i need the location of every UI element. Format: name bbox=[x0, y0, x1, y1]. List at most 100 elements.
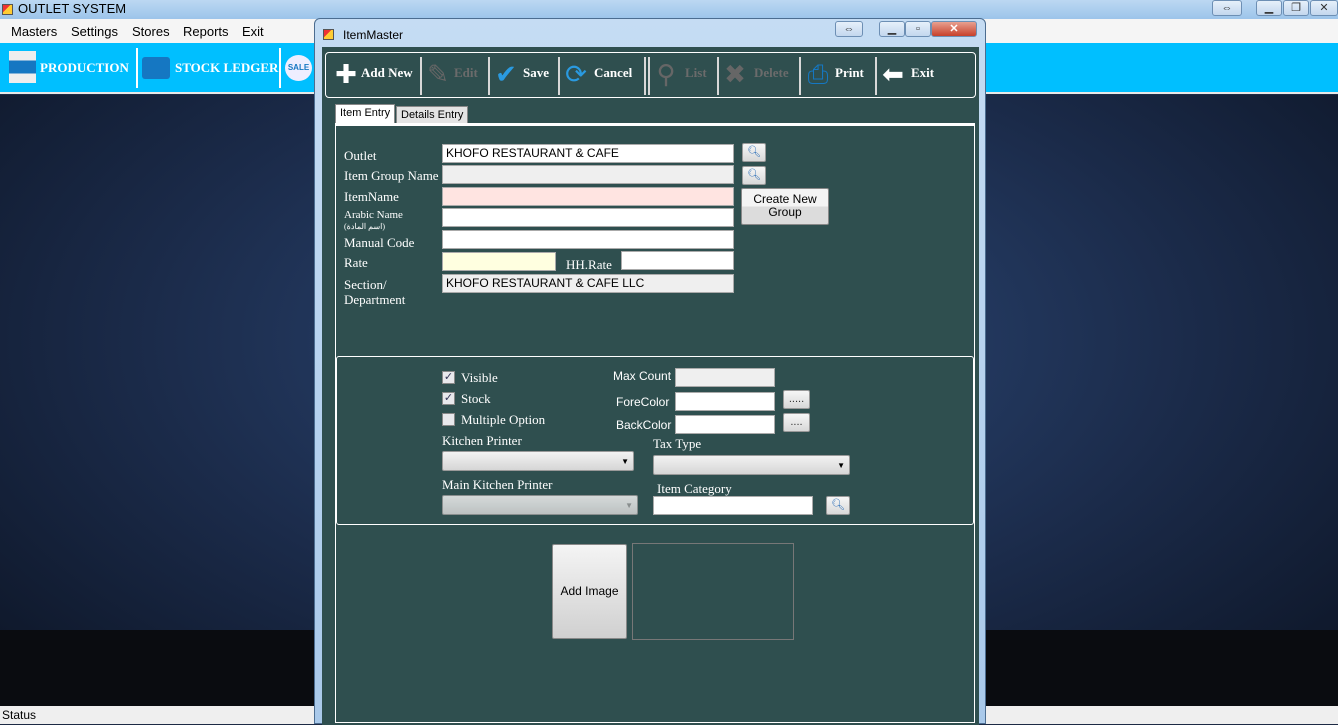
create-new-group-button[interactable]: Create New Group bbox=[741, 188, 829, 225]
max-count-field[interactable] bbox=[675, 368, 775, 387]
item-entry-page: Outlet KHOFO RESTAURANT & CAFE 🔍︎ Item G… bbox=[335, 123, 975, 723]
app-title: OUTLET SYSTEM bbox=[18, 1, 127, 16]
stock-checkbox[interactable]: ✓ bbox=[442, 392, 455, 405]
item-category-label: Item Category bbox=[657, 481, 732, 496]
minimize-button[interactable]: ▁ bbox=[1256, 0, 1282, 16]
dialog-title: ItemMaster bbox=[343, 28, 404, 42]
fore-color-picker-button[interactable]: ..... bbox=[783, 390, 810, 409]
separator bbox=[136, 48, 138, 88]
item-group-search-icon[interactable]: 🔍︎ bbox=[742, 166, 766, 185]
options-group: ✓ Visible ✓ Stock Multiple Option Kitche… bbox=[336, 356, 974, 525]
main-kitchen-printer-select[interactable]: ▼ bbox=[442, 495, 638, 515]
dropdown-arrow-icon: ▼ bbox=[621, 457, 629, 466]
refresh-icon: ⟳ bbox=[565, 59, 587, 89]
app-title-bar: OUTLET SYSTEM ⇔ ▁ ❐ ✕ bbox=[0, 0, 1338, 19]
item-group-label: Item Group Name bbox=[344, 168, 439, 183]
delete-x-icon: ✖ bbox=[724, 59, 746, 89]
create-group-label: Create New bbox=[753, 192, 817, 206]
dropdown-arrow-icon: ▼ bbox=[625, 501, 633, 510]
cancel-button[interactable]: Cancel bbox=[594, 65, 632, 81]
exit-button[interactable]: Exit bbox=[911, 65, 934, 81]
hh-rate-field[interactable] bbox=[621, 251, 734, 270]
image-group: Add Image bbox=[336, 525, 974, 721]
delete-button[interactable]: Delete bbox=[754, 65, 789, 81]
dropdown-arrow-icon: ▼ bbox=[837, 461, 845, 470]
fore-color-label: ForeColor bbox=[616, 395, 670, 409]
visible-checkbox[interactable]: ✓ bbox=[442, 371, 455, 384]
stock-label: Stock bbox=[461, 391, 491, 406]
hh-rate-label: HH.Rate bbox=[566, 257, 612, 272]
add-new-button[interactable]: Add New bbox=[361, 65, 413, 81]
dialog-icon bbox=[323, 29, 334, 40]
dialog-close-button[interactable]: ✕ bbox=[931, 21, 977, 37]
section-field[interactable]: KHOFO RESTAURANT & CAFE LLC bbox=[442, 274, 734, 293]
manual-code-label: Manual Code bbox=[344, 235, 415, 250]
checkmark-icon: ✔ bbox=[495, 59, 517, 89]
item-name-field[interactable] bbox=[442, 187, 734, 206]
arabic-name-label: Arabic Name bbox=[344, 209, 403, 221]
add-image-button[interactable]: Add Image bbox=[552, 544, 627, 639]
menu-stores[interactable]: Stores bbox=[132, 24, 170, 39]
tax-type-select[interactable]: ▼ bbox=[653, 455, 850, 475]
back-color-field[interactable] bbox=[675, 415, 775, 434]
dialog-body: ✚ Add New ✎ Edit ✔ Save ⟳ Cancel ⚲ List … bbox=[322, 47, 979, 725]
edit-button[interactable]: Edit bbox=[454, 65, 478, 81]
item-name-label: ItemName bbox=[344, 189, 399, 204]
menu-exit[interactable]: Exit bbox=[242, 24, 264, 39]
rate-label: Rate bbox=[344, 255, 368, 270]
stock-ledger-button[interactable]: STOCK LEDGER bbox=[175, 60, 278, 76]
fore-color-field[interactable] bbox=[675, 392, 775, 411]
dialog-minimize-button[interactable]: ▁ bbox=[879, 21, 905, 37]
printer-icon: ⎙ bbox=[807, 59, 829, 89]
back-color-label: BackColor bbox=[616, 418, 672, 432]
main-kitchen-printer-label: Main Kitchen Printer bbox=[442, 477, 553, 492]
app-icon bbox=[2, 4, 13, 15]
separator bbox=[279, 48, 281, 88]
list-button[interactable]: List bbox=[685, 65, 707, 81]
menu-settings[interactable]: Settings bbox=[71, 24, 118, 39]
restore-button[interactable]: ❐ bbox=[1283, 0, 1309, 16]
multiple-option-checkbox[interactable] bbox=[442, 413, 455, 426]
search-icon: ⚲ bbox=[656, 59, 676, 89]
folder-icon bbox=[142, 57, 170, 79]
production-button[interactable]: PRODUCTION bbox=[40, 60, 129, 76]
dialog-toolbar: ✚ Add New ✎ Edit ✔ Save ⟳ Cancel ⚲ List … bbox=[325, 52, 976, 98]
item-category-field[interactable] bbox=[653, 496, 813, 515]
dialog-maximize-button[interactable]: ▫ bbox=[905, 21, 931, 37]
tab-item-entry[interactable]: Item Entry bbox=[335, 104, 396, 124]
close-button[interactable]: ✕ bbox=[1310, 0, 1338, 16]
arabic-name-field[interactable] bbox=[442, 208, 734, 227]
resize-icon[interactable]: ⇔ bbox=[835, 21, 863, 37]
section-label: Section/ bbox=[344, 277, 387, 292]
item-category-search-icon[interactable]: 🔍︎ bbox=[826, 496, 850, 515]
outlet-search-icon[interactable]: 🔍︎ bbox=[742, 143, 766, 162]
outlet-label: Outlet bbox=[344, 148, 377, 163]
menu-masters[interactable]: Masters bbox=[11, 24, 57, 39]
image-preview bbox=[632, 543, 794, 640]
outlet-field[interactable]: KHOFO RESTAURANT & CAFE bbox=[442, 144, 734, 163]
pencil-icon: ✎ bbox=[427, 59, 449, 89]
sale-icon[interactable]: SALE bbox=[285, 55, 312, 81]
department-label: Department bbox=[344, 292, 406, 307]
print-button[interactable]: Print bbox=[835, 65, 864, 81]
production-icon bbox=[9, 51, 36, 83]
tab-details-entry[interactable]: Details Entry bbox=[396, 106, 469, 124]
tax-type-label: Tax Type bbox=[653, 436, 702, 451]
kitchen-printer-select[interactable]: ▼ bbox=[442, 451, 634, 471]
max-count-label: Max Count bbox=[613, 369, 672, 383]
manual-code-field[interactable] bbox=[442, 230, 734, 249]
back-color-picker-button[interactable]: .... bbox=[783, 413, 810, 432]
item-master-dialog: ItemMaster ⇔ ▁ ▫ ✕ ✚ Add New ✎ Edit ✔ Sa… bbox=[314, 18, 986, 725]
create-group-label: Group bbox=[768, 205, 802, 219]
menu-reports[interactable]: Reports bbox=[183, 24, 229, 39]
multiple-option-label: Multiple Option bbox=[461, 412, 546, 427]
item-group-field[interactable] bbox=[442, 165, 734, 184]
item-info-group: Outlet KHOFO RESTAURANT & CAFE 🔍︎ Item G… bbox=[336, 130, 974, 356]
add-icon: ✚ bbox=[335, 59, 357, 89]
resize-icon[interactable]: ⇔ bbox=[1212, 0, 1242, 16]
rate-field[interactable] bbox=[442, 252, 556, 271]
kitchen-printer-label: Kitchen Printer bbox=[442, 433, 522, 448]
arabic-name-sublabel: (اسم المادة) bbox=[344, 222, 386, 231]
exit-arrow-icon: ⬅ bbox=[882, 59, 904, 89]
save-button[interactable]: Save bbox=[523, 65, 549, 81]
